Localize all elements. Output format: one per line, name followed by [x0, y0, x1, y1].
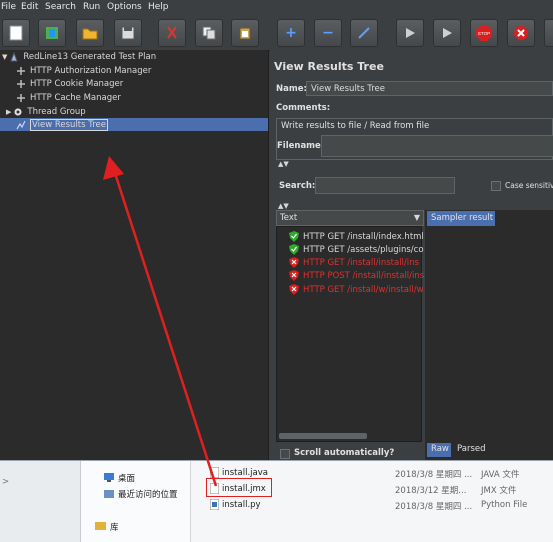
annotation-arrow	[103, 156, 218, 487]
